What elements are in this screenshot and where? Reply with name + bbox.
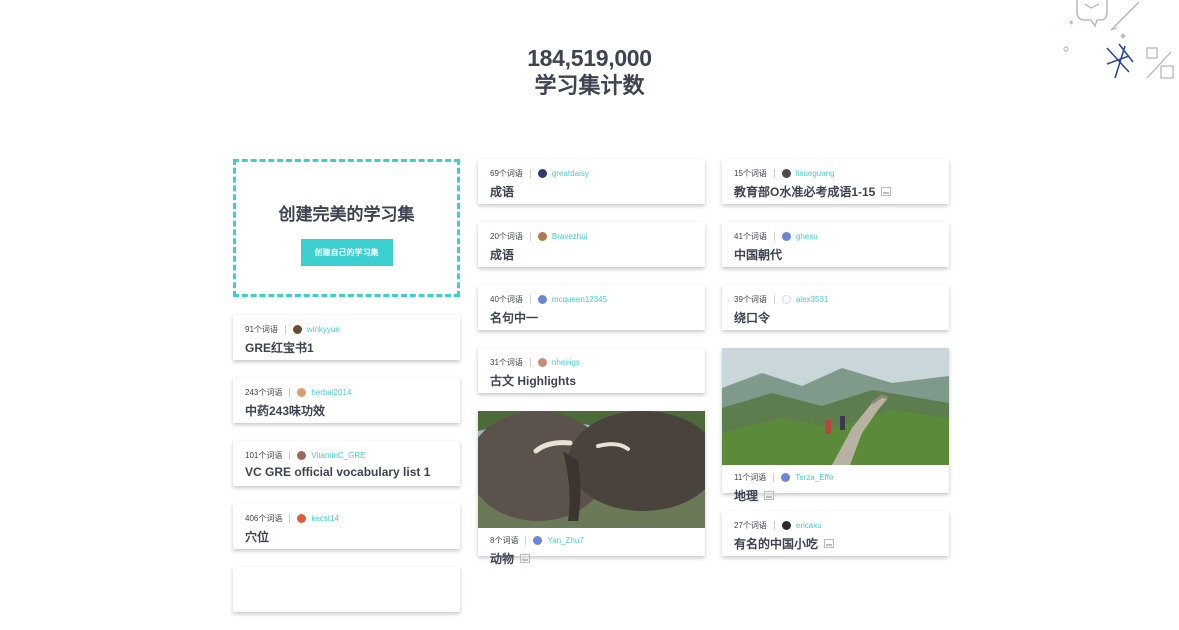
study-set-card[interactable]: 39个词语 alex3531 绕口令 bbox=[722, 285, 949, 330]
username-link[interactable]: nheirigs bbox=[552, 358, 580, 367]
set-title: 动物 bbox=[490, 550, 693, 567]
term-count: 91个词语 bbox=[245, 324, 278, 334]
set-title: 成语 bbox=[490, 185, 515, 199]
set-title: GRE红宝书1 bbox=[245, 341, 314, 355]
term-count: 243个词语 bbox=[245, 387, 283, 397]
study-set-card[interactable]: 91个词语 winkyyue GRE红宝书1 bbox=[233, 315, 460, 360]
great-wall-photo bbox=[722, 348, 949, 465]
term-count: 27个词语 bbox=[734, 520, 767, 530]
user-avatar bbox=[781, 168, 791, 178]
user-avatar bbox=[537, 231, 547, 241]
set-title: 穴位 bbox=[245, 530, 270, 544]
study-set-card[interactable]: 406个词语 kecst14 穴位 bbox=[233, 504, 460, 549]
set-title: 有名的中国小吃 bbox=[734, 535, 937, 552]
term-count: 101个词语 bbox=[245, 450, 283, 460]
term-count: 41个词语 bbox=[734, 231, 767, 241]
column-3: 15个词语 lixueguang 教育部O水准必考成语1-15 41个词语 ghex… bbox=[722, 159, 949, 574]
term-count: 8个词语 bbox=[490, 535, 519, 545]
username-link[interactable]: herbal2014 bbox=[311, 388, 351, 397]
column-1: 创建完美的学习集 创建自己的学习集 91个词语 winkyyue GRE红宝书1 … bbox=[233, 159, 460, 630]
study-set-card[interactable]: 11个词语 Terza_Effe 地理 bbox=[722, 348, 949, 503]
username-link[interactable]: alex3531 bbox=[796, 295, 828, 304]
study-set-count: 184,519,000 bbox=[527, 45, 652, 71]
username-link[interactable]: Bravezhui bbox=[552, 232, 588, 241]
username-link[interactable]: ghexu bbox=[796, 232, 818, 241]
study-set-card[interactable]: 69个词语 greatdaisy 成语 bbox=[478, 159, 705, 204]
study-set-card[interactable]: 8个词语 Yan_Zhu7 动物 bbox=[478, 411, 705, 566]
user-avatar bbox=[781, 520, 791, 530]
study-set-count-label: 学习集计数 bbox=[534, 73, 645, 98]
set-title: 中国朝代 bbox=[734, 248, 783, 262]
user-avatar bbox=[537, 357, 547, 367]
user-avatar bbox=[781, 472, 791, 482]
term-count: 20个词语 bbox=[490, 231, 523, 241]
user-avatar bbox=[297, 387, 307, 397]
set-title: 古文 Highlights bbox=[490, 374, 576, 388]
set-title: 绕口令 bbox=[734, 311, 771, 325]
study-set-card[interactable]: 31个词语 nheirigs 古文 Highlights bbox=[478, 348, 705, 393]
create-set-panel: 创建完美的学习集 创建自己的学习集 bbox=[233, 159, 460, 297]
study-set-card[interactable]: 20个词语 Bravezhui 成语 bbox=[478, 222, 705, 267]
username-link[interactable]: Yan_Zhu7 bbox=[547, 536, 583, 545]
username-link[interactable]: VitaminC_GRE bbox=[311, 451, 365, 460]
username-link[interactable]: ericaxu bbox=[796, 521, 822, 530]
study-set-card[interactable]: 101个词语 VitaminC_GRE VC GRE official vocab… bbox=[233, 441, 460, 486]
hero: 184,519,000 学习集计数 bbox=[0, 44, 1179, 100]
username-link[interactable]: greatdaisy bbox=[552, 169, 589, 178]
study-set-card[interactable]: 27个词语 ericaxu 有名的中国小吃 bbox=[722, 511, 949, 556]
study-set-card[interactable]: 41个词语 ghexu 中国朝代 bbox=[722, 222, 949, 267]
user-avatar bbox=[297, 513, 307, 523]
set-title: 成语 bbox=[490, 248, 515, 262]
svg-text:*: * bbox=[1069, 20, 1074, 30]
elephant-photo bbox=[478, 411, 705, 528]
set-title: 名句中一 bbox=[490, 311, 539, 325]
username-link[interactable]: winkyyue bbox=[307, 325, 340, 334]
term-count: 11个词语 bbox=[734, 472, 767, 482]
study-set-card[interactable]: 243个词语 herbal2014 中药243味功效 bbox=[233, 378, 460, 423]
username-link[interactable]: Terza_Effe bbox=[795, 473, 833, 482]
image-icon bbox=[824, 539, 835, 548]
set-title: 地理 bbox=[734, 487, 937, 504]
set-title: VC GRE official vocabulary list 1 bbox=[245, 465, 431, 479]
user-avatar bbox=[292, 324, 302, 334]
user-avatar bbox=[537, 294, 547, 304]
create-set-button[interactable]: 创建自己的学习集 bbox=[300, 239, 393, 266]
column-2: 69个词语 greatdaisy 成语 20个词语 Bravezhui 成语 40个… bbox=[478, 159, 705, 574]
username-link[interactable]: kecst14 bbox=[311, 514, 339, 523]
image-icon bbox=[764, 491, 775, 500]
username-link[interactable]: lixueguang bbox=[796, 169, 835, 178]
term-count: 69个词语 bbox=[490, 168, 523, 178]
term-count: 15个词语 bbox=[734, 168, 767, 178]
term-count: 31个词语 bbox=[490, 357, 523, 367]
study-set-card[interactable]: 40个词语 mcqueen12345 名句中一 bbox=[478, 285, 705, 330]
study-set-card[interactable] bbox=[233, 567, 460, 612]
user-avatar bbox=[533, 535, 543, 545]
term-count: 40个词语 bbox=[490, 294, 523, 304]
user-avatar bbox=[297, 450, 307, 460]
image-icon bbox=[881, 187, 892, 196]
study-set-card[interactable]: 15个词语 lixueguang 教育部O水准必考成语1-15 bbox=[722, 159, 949, 204]
user-avatar bbox=[537, 168, 547, 178]
set-title: 中药243味功效 bbox=[245, 404, 326, 418]
term-count: 406个词语 bbox=[245, 513, 283, 523]
user-avatar bbox=[781, 294, 791, 304]
username-link[interactable]: mcqueen12345 bbox=[552, 295, 607, 304]
set-title: 教育部O水准必考成语1-15 bbox=[734, 183, 937, 200]
user-avatar bbox=[781, 231, 791, 241]
image-icon bbox=[520, 554, 531, 563]
term-count: 39个词语 bbox=[734, 294, 767, 304]
create-set-title: 创建完美的学习集 bbox=[278, 205, 415, 224]
